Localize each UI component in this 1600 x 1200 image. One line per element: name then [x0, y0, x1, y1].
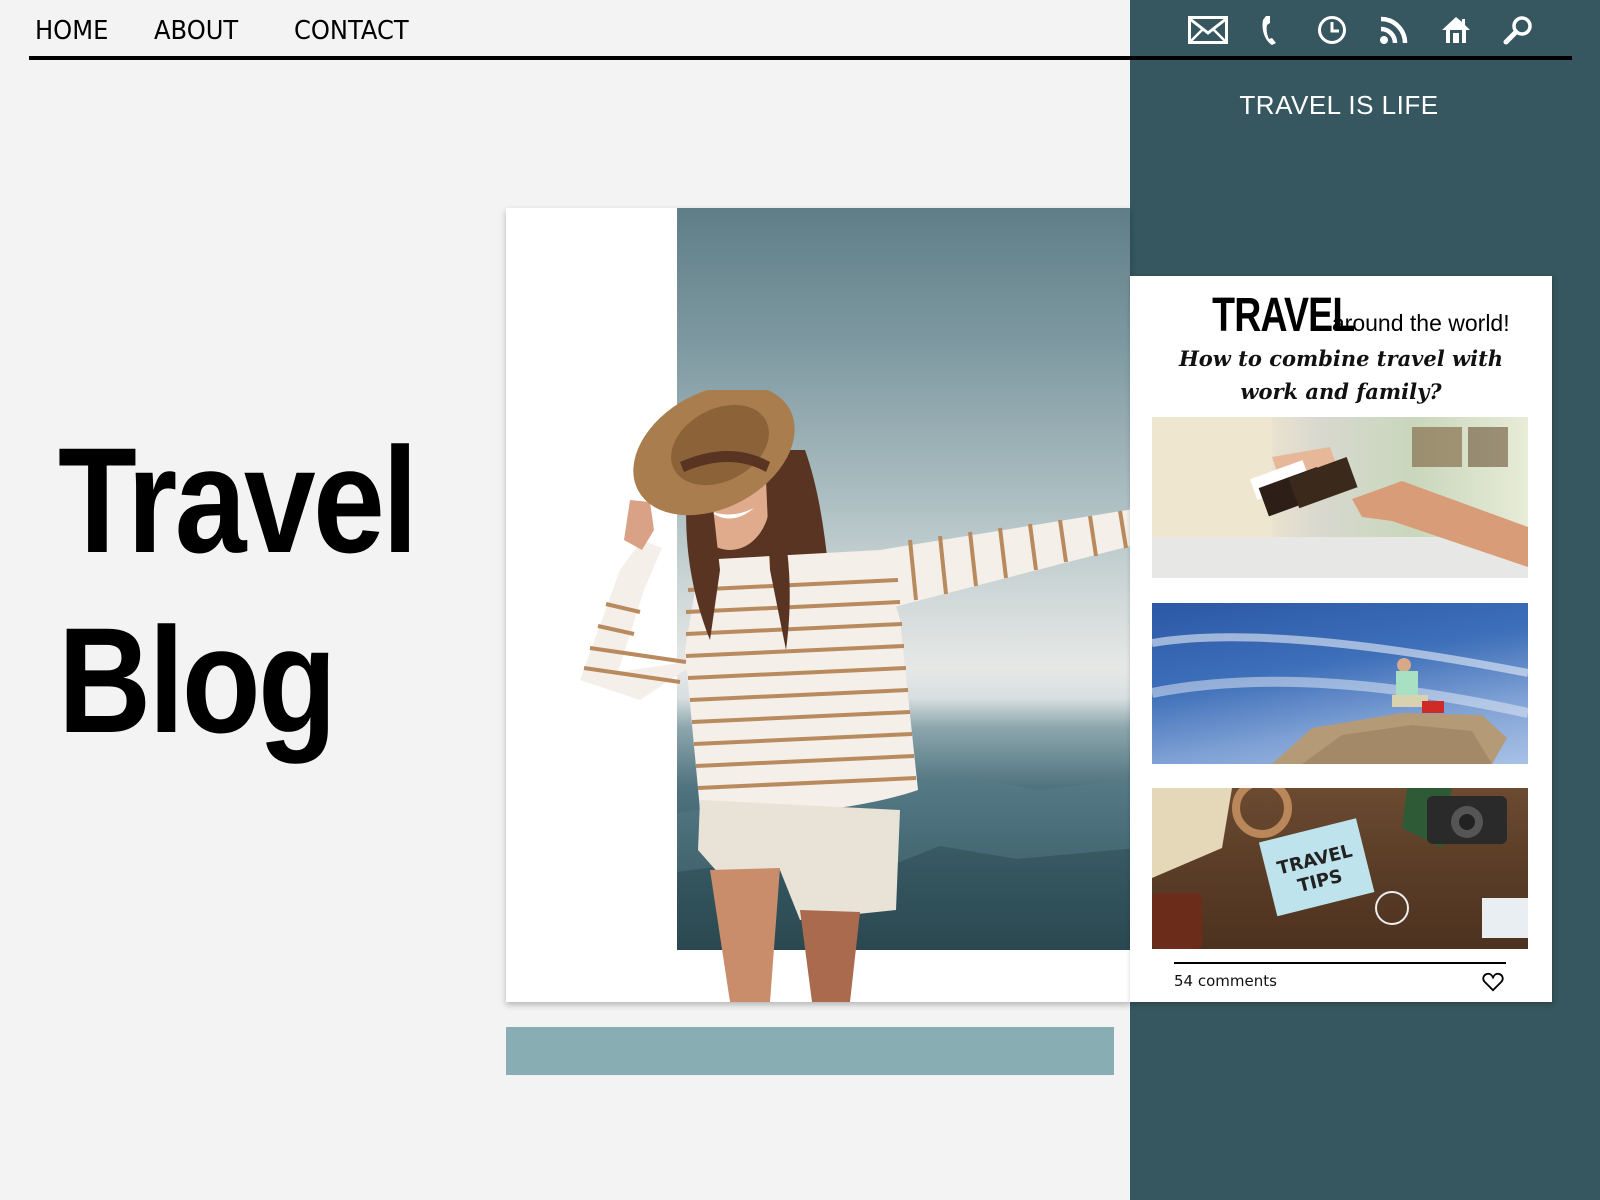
woman-traveler-image — [580, 390, 1186, 1002]
hiker-illustration — [1152, 633, 1528, 764]
mail-icon[interactable] — [1188, 12, 1228, 48]
article-subtitle: How to combine travel with work and fami… — [1130, 342, 1552, 408]
sidebar-tagline: TRAVEL IS LIFE — [1239, 90, 1439, 120]
phone-icon[interactable] — [1250, 12, 1290, 48]
icon-toolbar — [1188, 12, 1538, 48]
nav-home[interactable]: HOME — [35, 16, 108, 46]
article-divider — [1174, 962, 1506, 964]
thumbnail-hiker-on-rock[interactable] — [1152, 603, 1528, 764]
thumbnail-travel-tips[interactable]: TRAVEL TIPS — [1152, 788, 1528, 949]
heart-icon[interactable] — [1482, 972, 1504, 992]
article-subtitle-line-1: How to combine travel with — [1178, 346, 1504, 371]
nav-contact[interactable]: CONTACT — [294, 16, 409, 46]
search-icon[interactable] — [1498, 12, 1538, 48]
hero-title-line-2: Blog — [58, 596, 337, 764]
top-nav: HOME ABOUT CONTACT — [35, 16, 418, 46]
headline-subtext: around the world! — [1331, 310, 1510, 336]
thumbnail-passports[interactable] — [1152, 417, 1528, 578]
travel-tips-flatlay: TRAVEL TIPS — [1152, 788, 1528, 949]
nav-about[interactable]: ABOUT — [154, 16, 238, 46]
home-icon[interactable] — [1436, 12, 1476, 48]
comments-link[interactable]: 54 comments — [1174, 972, 1277, 990]
article-subtitle-line-2: work and family? — [1240, 379, 1442, 404]
hero-title: Travel Blog — [58, 410, 418, 770]
article-headline: TRAVEL around the world! — [1130, 288, 1552, 343]
hero-title-line-1: Travel — [58, 416, 418, 584]
headline-travel: TRAVEL — [1212, 289, 1355, 342]
accent-bar — [506, 1027, 1114, 1075]
article-card: TRAVEL around the world! How to combine … — [1130, 276, 1552, 1002]
nav-divider — [29, 56, 1572, 60]
passport-handover-illustration — [1152, 417, 1528, 578]
clock-icon[interactable] — [1312, 12, 1352, 48]
rss-icon[interactable] — [1374, 12, 1414, 48]
